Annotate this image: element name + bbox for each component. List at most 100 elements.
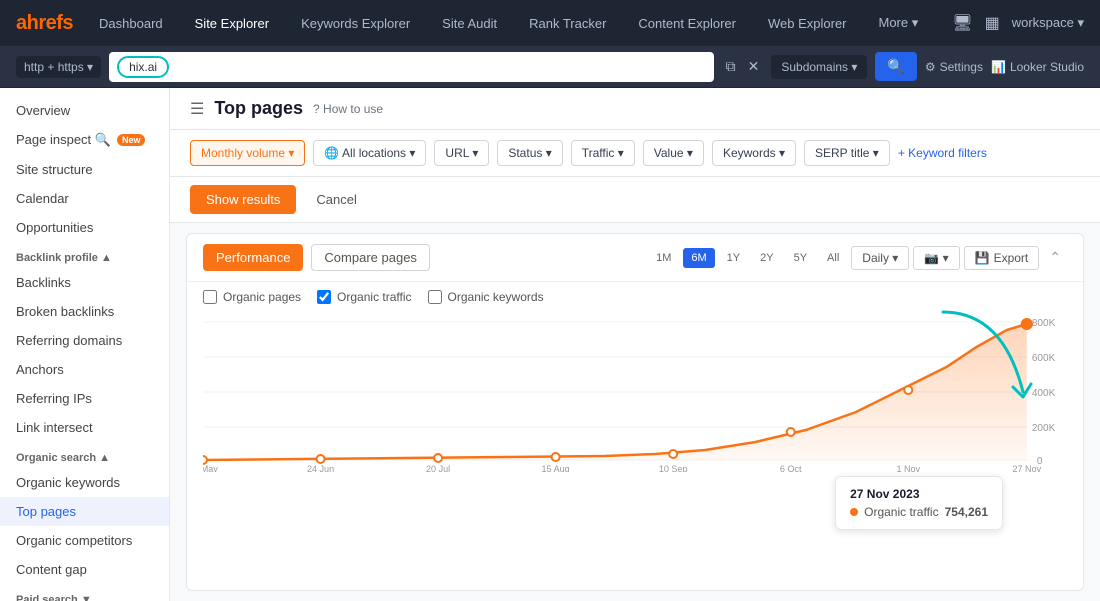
new-badge: New [117,134,146,146]
sidebar-item-site-structure[interactable]: Site structure [0,155,169,184]
sidebar-item-broken-backlinks[interactable]: Broken backlinks [0,297,169,326]
time-all[interactable]: All [819,248,847,268]
cancel-button[interactable]: Cancel [304,185,368,214]
external-link-icon[interactable]: ⧉ [722,56,740,77]
sidebar-item-page-inspect[interactable]: Page inspect 🔍 New [0,125,169,155]
protocol-selector[interactable]: http + https ▾ [16,56,101,78]
sidebar-item-calendar[interactable]: Calendar [0,184,169,213]
subdomains-button[interactable]: Subdomains ▾ [771,55,867,79]
sidebar: Overview Page inspect 🔍 New Site structu… [0,88,170,601]
svg-text:29 May: 29 May [203,464,218,472]
workspace-button[interactable]: workspace ▾ [1012,15,1084,31]
traffic-filter[interactable]: Traffic ▾ [571,140,635,166]
chart-point-4 [669,450,677,458]
time-1y[interactable]: 1Y [719,248,748,268]
chart-point-1 [317,455,325,463]
url-chip[interactable]: hix.ai [117,56,169,78]
sidebar-item-backlinks[interactable]: Backlinks [0,268,169,297]
nav-content-explorer[interactable]: Content Explorer [632,12,742,35]
chart-point-3 [552,453,560,461]
serp-title-filter[interactable]: SERP title ▾ [804,140,890,166]
nav-rank-tracker[interactable]: Rank Tracker [523,12,612,35]
sidebar-item-anchors[interactable]: Anchors [0,355,169,384]
time-1m[interactable]: 1M [648,248,679,268]
time-2y[interactable]: 2Y [752,248,781,268]
chart-point-5 [787,428,795,436]
svg-text:27 Nov: 27 Nov [1012,464,1041,472]
close-icon[interactable]: ✕ [744,56,764,77]
svg-text:400K: 400K [1032,388,1056,399]
show-results-button[interactable]: Show results [190,185,296,214]
legend-organic-keywords-label: Organic keywords [448,290,544,304]
sidebar-section-organic: Organic search ▲ [0,442,169,468]
chart-point-7 [1022,319,1032,329]
url-filter[interactable]: URL ▾ [434,140,489,166]
settings-button[interactable]: ⚙ Settings [925,60,983,74]
url-actions: ⧉ ✕ [722,56,764,77]
logo[interactable]: ahrefs [16,12,73,35]
page-header: ☰ Top pages ? How to use [170,88,1100,130]
collapse-icon[interactable]: ⌃ [1043,245,1067,270]
organic-keywords-checkbox[interactable] [428,290,442,304]
tooltip-row: Organic traffic 754,261 [850,505,988,519]
sidebar-section-paid: Paid search ▼ [0,584,169,601]
keywords-filter[interactable]: Keywords ▾ [712,140,796,166]
main-layout: Overview Page inspect 🔍 New Site structu… [0,88,1100,601]
grid-icon[interactable]: ▦ [985,13,1000,33]
svg-text:10 Sep: 10 Sep [659,464,688,472]
time-6m[interactable]: 6M [683,248,714,268]
legend-organic-pages-label: Organic pages [223,290,301,304]
organic-traffic-checkbox[interactable] [317,290,331,304]
chart-point-2 [434,454,442,462]
nav-right: 🖥 ▦ workspace ▾ [952,13,1084,33]
page-title: Top pages [214,98,303,119]
sidebar-item-organic-keywords[interactable]: Organic keywords [0,468,169,497]
chart-controls: 1M 6M 1Y 2Y 5Y All Daily ▾ 📷 ▾ 💾 Export … [648,245,1067,270]
all-locations-filter[interactable]: 🌐 All locations ▾ [313,140,426,166]
sidebar-item-opportunities[interactable]: Opportunities [0,213,169,242]
nav-web-explorer[interactable]: Web Explorer [762,12,853,35]
sidebar-item-organic-competitors[interactable]: Organic competitors [0,526,169,555]
tooltip-metric: Organic traffic [864,505,938,519]
chart-svg: 800K 600K 400K 200K 0 [203,312,1067,472]
nav-more[interactable]: More ▾ [873,11,925,35]
how-to-use-button[interactable]: ? How to use [313,102,383,116]
keyword-filters-button[interactable]: + Keyword filters [898,146,987,160]
organic-pages-checkbox[interactable] [203,290,217,304]
sidebar-item-referring-ips[interactable]: Referring IPs [0,384,169,413]
sidebar-section-backlink: Backlink profile ▲ [0,242,169,268]
nav-dashboard[interactable]: Dashboard [93,12,169,35]
tab-performance[interactable]: Performance [203,244,303,271]
search-button[interactable]: 🔍 [875,52,916,81]
camera-button[interactable]: 📷 ▾ [913,246,959,270]
legend-organic-pages[interactable]: Organic pages [203,290,301,304]
daily-button[interactable]: Daily ▾ [851,246,909,270]
sidebar-item-top-pages[interactable]: Top pages [0,497,169,526]
sidebar-item-referring-domains[interactable]: Referring domains [0,326,169,355]
svg-text:6 Oct: 6 Oct [780,464,802,472]
value-filter[interactable]: Value ▾ [643,140,704,166]
time-5y[interactable]: 5Y [786,248,815,268]
tab-compare-pages[interactable]: Compare pages [311,244,430,271]
chart-svg-container: 800K 600K 400K 200K 0 [187,312,1083,590]
monitor-icon[interactable]: 🖥 [952,13,972,33]
legend-organic-keywords[interactable]: Organic keywords [428,290,544,304]
looker-studio-button[interactable]: 📊 Looker Studio [991,60,1084,74]
nav-site-audit[interactable]: Site Audit [436,12,503,35]
legend-organic-traffic[interactable]: Organic traffic [317,290,411,304]
tooltip-value: 754,261 [945,505,988,519]
sidebar-item-overview[interactable]: Overview [0,96,169,125]
hamburger-icon[interactable]: ☰ [190,99,204,119]
nav-site-explorer[interactable]: Site Explorer [189,12,275,35]
chart-legend: Organic pages Organic traffic Organic ke… [187,282,1083,312]
status-filter[interactable]: Status ▾ [497,140,562,166]
url-input-container: hix.ai [109,52,714,82]
sidebar-item-content-gap[interactable]: Content gap [0,555,169,584]
nav-keywords-explorer[interactable]: Keywords Explorer [295,12,416,35]
sidebar-item-link-intersect[interactable]: Link intersect [0,413,169,442]
svg-text:20 Jul: 20 Jul [426,464,450,472]
action-bar: Show results Cancel [170,177,1100,223]
export-button[interactable]: 💾 Export [964,246,1040,270]
monthly-volume-filter[interactable]: Monthly volume ▾ [190,140,305,166]
svg-text:600K: 600K [1032,353,1056,364]
